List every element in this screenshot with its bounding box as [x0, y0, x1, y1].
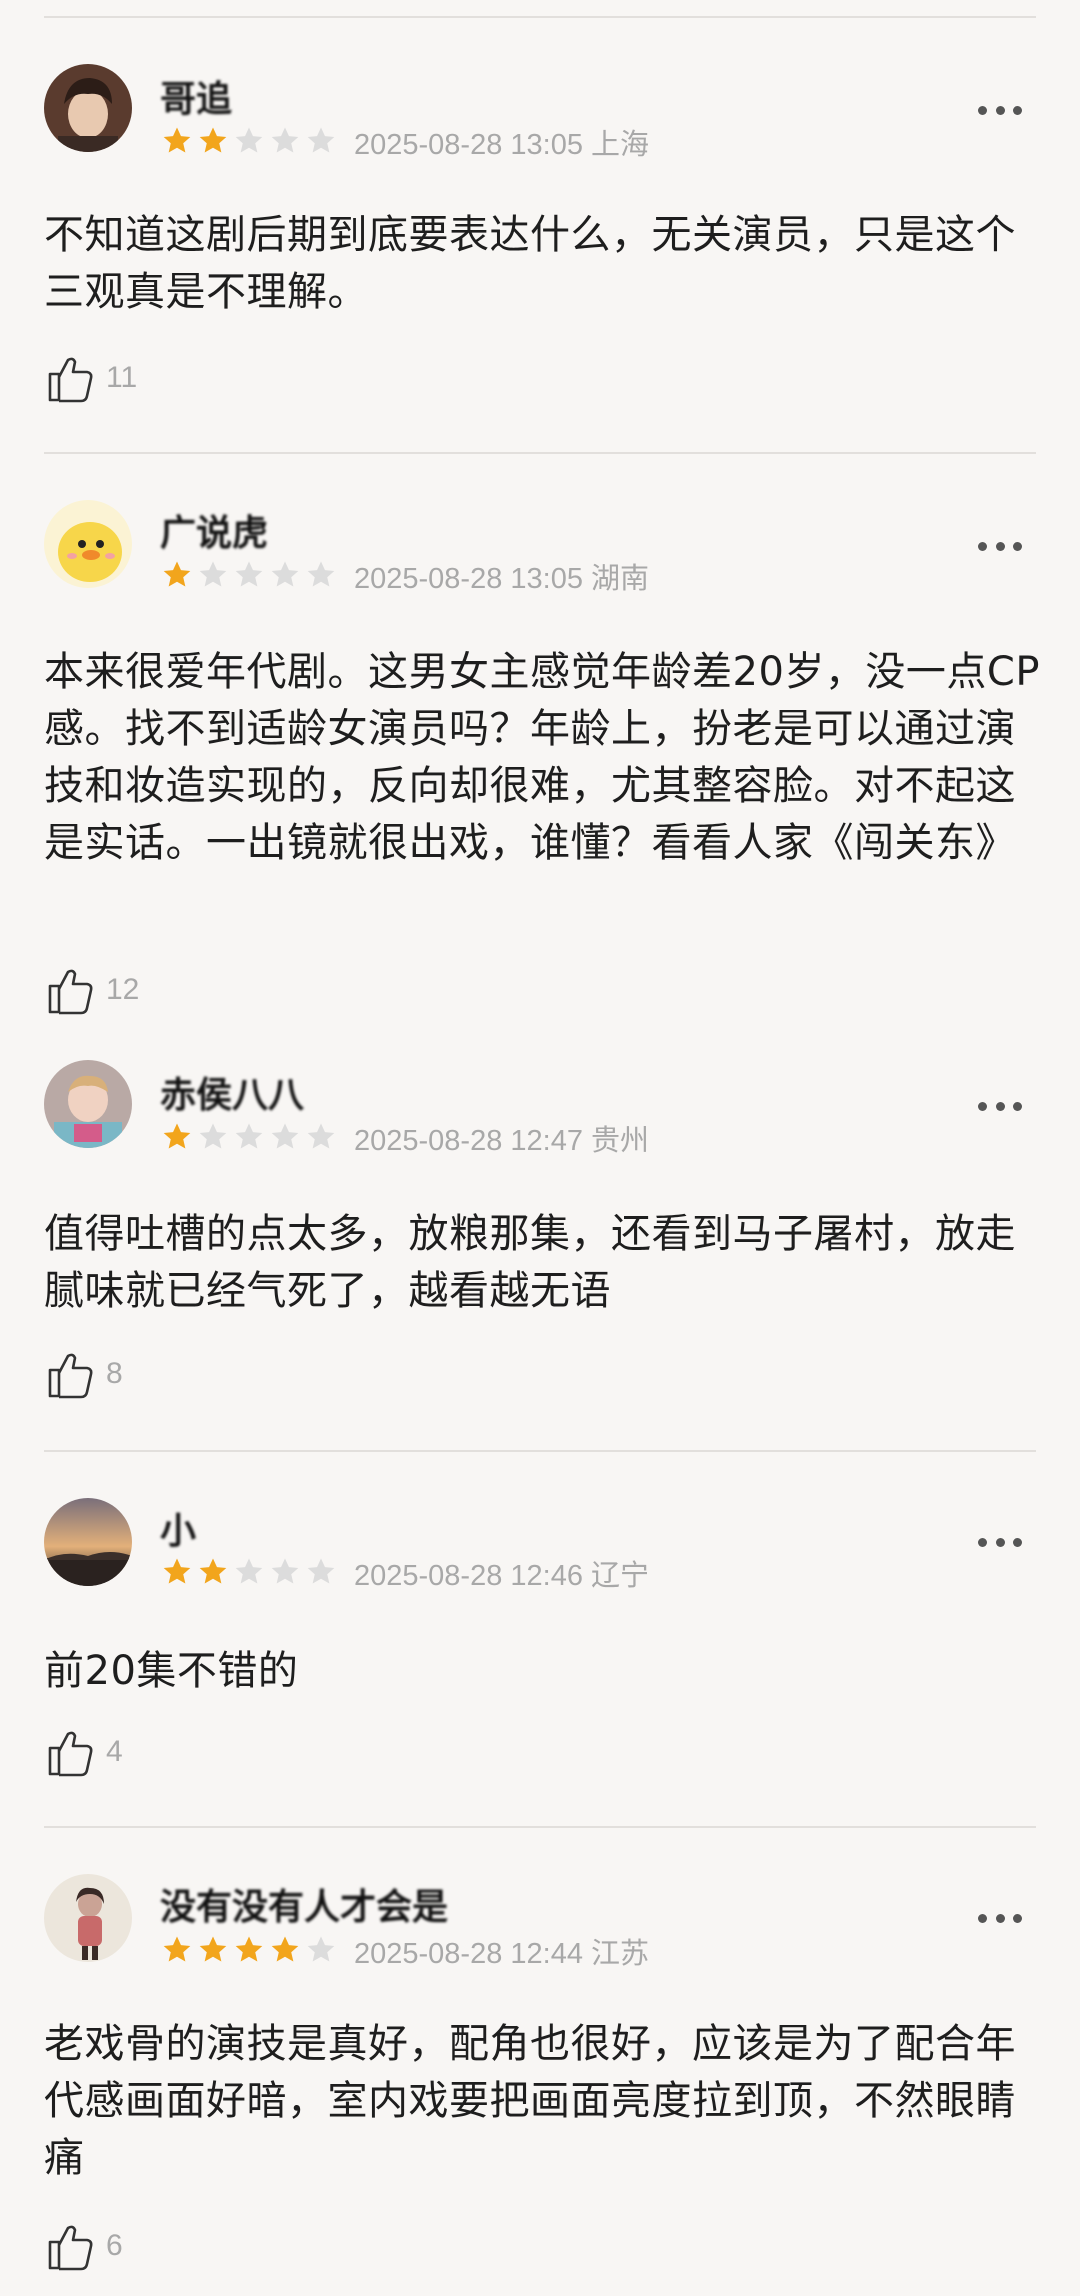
star-icon — [271, 1558, 299, 1584]
like-count: 11 — [106, 361, 138, 394]
star-icon — [271, 127, 299, 153]
thumbs-up-icon — [48, 2225, 93, 2271]
review-time: 2025-08-28 12:46 — [354, 1560, 583, 1592]
star-icon — [307, 127, 335, 153]
star-icon — [199, 127, 227, 153]
star-icon — [271, 1936, 299, 1962]
star-rating — [160, 1555, 338, 1589]
divider — [44, 1450, 1036, 1452]
thumbs-up-icon — [48, 1353, 93, 1399]
star-rating — [160, 558, 338, 592]
avatar[interactable] — [44, 1060, 132, 1148]
avatar[interactable] — [44, 1874, 132, 1962]
star-rating — [160, 1120, 338, 1154]
thumbs-up-icon — [48, 357, 93, 403]
review-text: 值得吐槽的点太多，放粮那集，还看到马子屠村，放走腻味就已经气死了，越看越无语 — [44, 1211, 1016, 1314]
star-rating — [160, 124, 338, 158]
review-meta: 2025-08-28 13:05 湖南 — [354, 555, 649, 597]
star-icon — [235, 127, 263, 153]
more-dots-icon[interactable] — [978, 1536, 1022, 1548]
like-count: 8 — [106, 1357, 123, 1390]
avatar[interactable] — [44, 1498, 132, 1586]
like-button[interactable]: 12 — [44, 962, 139, 1018]
review-location: 湖南 — [591, 563, 650, 595]
star-icon — [235, 1123, 263, 1149]
avatar[interactable] — [44, 64, 132, 152]
divider — [44, 452, 1036, 454]
star-rating — [160, 1933, 338, 1967]
username[interactable]: 哥追 — [160, 70, 232, 122]
username[interactable]: 没有没有人才会是 — [160, 1878, 448, 1930]
thumbs-up-icon — [48, 969, 93, 1015]
star-icon — [163, 1936, 191, 1962]
review-text: 前20集不错的 — [44, 1648, 299, 1694]
like-button[interactable]: 8 — [44, 1346, 123, 1402]
star-icon — [199, 1936, 227, 1962]
review-text: 不知道这剧后期到底要表达什么，无关演员，只是这个三观真是不理解。 — [44, 212, 1016, 315]
review-meta: 2025-08-28 12:46 辽宁 — [354, 1552, 649, 1594]
like-button[interactable]: 4 — [44, 1724, 123, 1780]
star-icon — [307, 1936, 335, 1962]
review-location: 江苏 — [591, 1938, 650, 1970]
star-icon — [163, 1558, 191, 1584]
star-icon — [163, 561, 191, 587]
star-icon — [271, 561, 299, 587]
baby-photo-avatar-icon — [44, 1060, 132, 1148]
review-time: 2025-08-28 12:44 — [354, 1938, 583, 1970]
more-dots-icon[interactable] — [978, 540, 1022, 552]
review-meta: 2025-08-28 13:05 上海 — [354, 121, 649, 163]
star-icon — [199, 1558, 227, 1584]
star-icon — [199, 561, 227, 587]
more-dots-icon[interactable] — [978, 104, 1022, 116]
thumbs-up-icon — [48, 1731, 93, 1777]
like-count: 6 — [106, 2229, 123, 2262]
review-meta: 2025-08-28 12:44 江苏 — [354, 1930, 649, 1972]
review-time: 2025-08-28 12:47 — [354, 1125, 583, 1157]
star-icon — [235, 1936, 263, 1962]
like-button[interactable]: 11 — [44, 350, 137, 406]
girl-photo-avatar-icon — [44, 1874, 132, 1962]
review-meta: 2025-08-28 12:47 贵州 — [354, 1117, 649, 1159]
review-location: 辽宁 — [591, 1560, 650, 1592]
review-location: 贵州 — [591, 1125, 650, 1157]
star-icon — [307, 1558, 335, 1584]
review-time: 2025-08-28 13:05 — [354, 129, 583, 161]
review-text: 本来很爱年代剧。这男女主感觉年龄差20岁，没一点CP感。找不到适龄女演员吗？年龄… — [44, 649, 1040, 866]
star-icon — [163, 1123, 191, 1149]
username[interactable]: 小 — [160, 1502, 196, 1554]
like-count: 12 — [106, 973, 140, 1006]
star-icon — [199, 1123, 227, 1149]
star-icon — [235, 1558, 263, 1584]
star-icon — [307, 561, 335, 587]
username[interactable]: 赤侯八八 — [160, 1066, 304, 1118]
review-time: 2025-08-28 13:05 — [354, 563, 583, 595]
username[interactable]: 广说虎 — [160, 504, 268, 556]
review-text: 老戏骨的演技是真好，配角也很好，应该是为了配合年代感画面好暗，室内戏要把画面亮度… — [44, 2021, 1016, 2181]
more-dots-icon[interactable] — [978, 1912, 1022, 1924]
like-button[interactable]: 6 — [44, 2218, 123, 2274]
divider — [44, 1826, 1036, 1828]
review-location: 上海 — [591, 129, 650, 161]
star-icon — [271, 1123, 299, 1149]
star-icon — [307, 1123, 335, 1149]
star-icon — [235, 561, 263, 587]
review-feed: 哥追 2025-08-28 13:05 上海 不知道这剧后期到底要表达什么，无关… — [0, 0, 1080, 2296]
sunset-photo-avatar-icon — [44, 1498, 132, 1586]
divider — [44, 16, 1036, 18]
avatar[interactable] — [44, 500, 132, 588]
like-count: 4 — [106, 1735, 123, 1768]
yellow-duck-avatar-icon — [44, 500, 132, 588]
boy-portrait-avatar-icon — [44, 64, 132, 152]
star-icon — [163, 127, 191, 153]
more-dots-icon[interactable] — [978, 1100, 1022, 1112]
